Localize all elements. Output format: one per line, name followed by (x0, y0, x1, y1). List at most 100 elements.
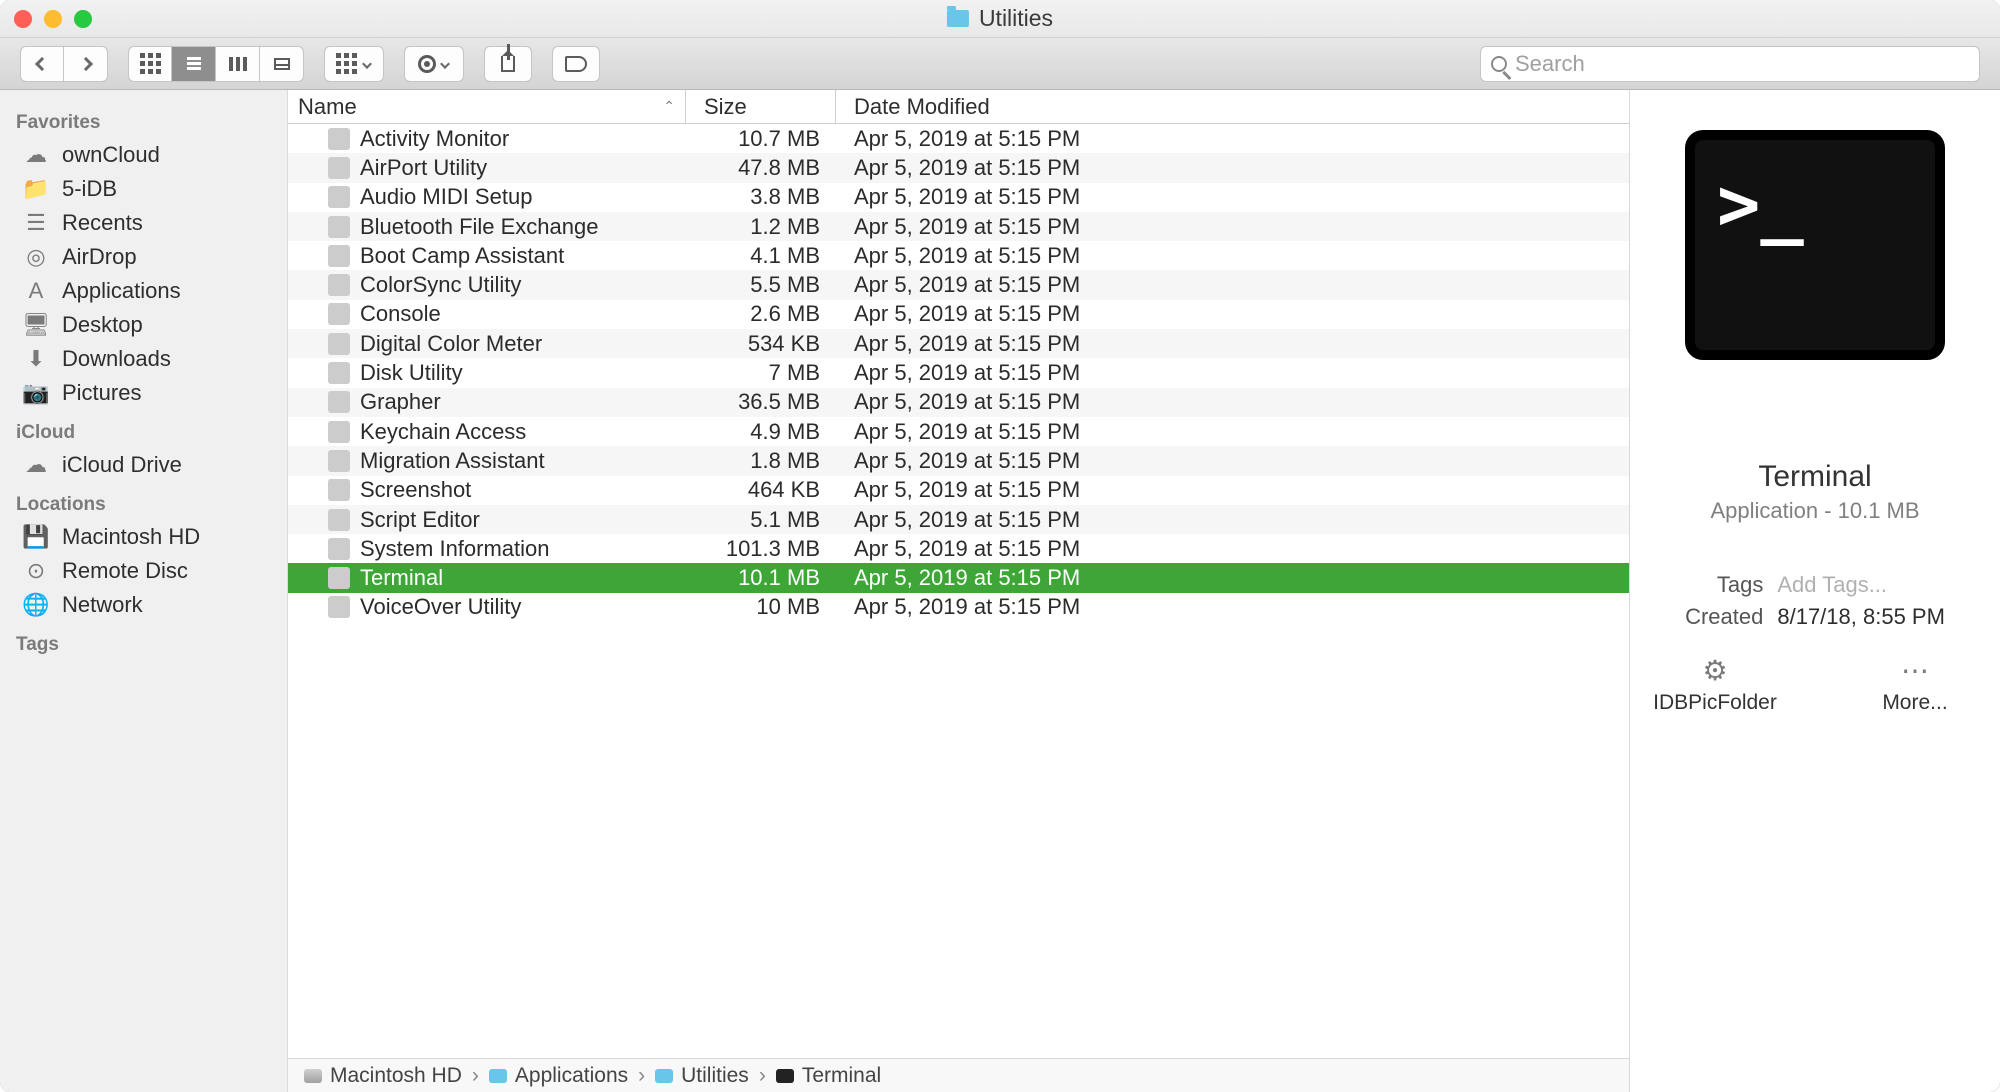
breadcrumb-label: Utilities (681, 1064, 749, 1088)
sidebar-item[interactable]: ◎AirDrop (0, 240, 287, 274)
file-icon (328, 450, 350, 472)
tags-button[interactable] (552, 46, 600, 82)
sidebar-item[interactable]: 🖥Desktop (0, 308, 287, 342)
table-row[interactable]: Script Editor5.1 MBApr 5, 2019 at 5:15 P… (288, 505, 1629, 534)
file-date: Apr 5, 2019 at 5:15 PM (836, 301, 1629, 327)
table-row[interactable]: Keychain Access4.9 MBApr 5, 2019 at 5:15… (288, 417, 1629, 446)
table-row[interactable]: Boot Camp Assistant4.1 MBApr 5, 2019 at … (288, 241, 1629, 270)
sidebar-item[interactable]: ⊙Remote Disc (0, 554, 287, 588)
sidebar-item[interactable]: 📁5-iDB (0, 172, 287, 206)
table-row[interactable]: Digital Color Meter534 KBApr 5, 2019 at … (288, 329, 1629, 358)
created-label: Created (1685, 604, 1763, 630)
file-date: Apr 5, 2019 at 5:15 PM (836, 214, 1629, 240)
preview-actions: ⚙IDBPicFolder ⋯More... (1655, 654, 1975, 715)
table-row[interactable]: Bluetooth File Exchange1.2 MBApr 5, 2019… (288, 212, 1629, 241)
file-name: Migration Assistant (360, 448, 545, 474)
icon-view-button[interactable] (128, 46, 172, 82)
minimize-button[interactable] (44, 10, 62, 28)
sidebar-item-label: Recents (62, 210, 143, 236)
zoom-button[interactable] (74, 10, 92, 28)
table-row[interactable]: Screenshot464 KBApr 5, 2019 at 5:15 PM (288, 476, 1629, 505)
file-name: Digital Color Meter (360, 331, 542, 357)
sidebar-item[interactable]: ⬇Downloads (0, 342, 287, 376)
search-input[interactable] (1515, 51, 1969, 77)
close-button[interactable] (14, 10, 32, 28)
sidebar-item-label: Pictures (62, 380, 141, 406)
sidebar-item[interactable]: 📷Pictures (0, 376, 287, 410)
sidebar-item[interactable]: AApplications (0, 274, 287, 308)
traffic-lights (14, 10, 92, 28)
file-size: 5.1 MB (686, 507, 836, 533)
file-icon (328, 391, 350, 413)
quick-action-more[interactable]: ⋯More... (1855, 654, 1975, 715)
file-name: Bluetooth File Exchange (360, 214, 599, 240)
gallery-view-button[interactable] (260, 46, 304, 82)
chevron-down-icon (440, 59, 450, 69)
sidebar-header: Favorites (0, 100, 287, 138)
arrange-button[interactable] (324, 46, 384, 82)
table-row[interactable]: VoiceOver Utility10 MBApr 5, 2019 at 5:1… (288, 593, 1629, 622)
breadcrumb-icon (655, 1069, 673, 1083)
file-list: Name⌃ Size Date Modified Activity Monito… (288, 90, 1630, 1092)
name-column-header[interactable]: Name⌃ (288, 90, 686, 123)
file-icon (328, 362, 350, 384)
sidebar-item[interactable]: ☁ownCloud (0, 138, 287, 172)
folder-icon (947, 10, 969, 27)
table-row[interactable]: Audio MIDI Setup3.8 MBApr 5, 2019 at 5:1… (288, 183, 1629, 212)
file-date: Apr 5, 2019 at 5:15 PM (836, 477, 1629, 503)
sidebar-header: Tags (0, 622, 287, 660)
file-date: Apr 5, 2019 at 5:15 PM (836, 389, 1629, 415)
table-row[interactable]: Disk Utility7 MBApr 5, 2019 at 5:15 PM (288, 358, 1629, 387)
table-row[interactable]: AirPort Utility47.8 MBApr 5, 2019 at 5:1… (288, 153, 1629, 182)
file-icon (328, 303, 350, 325)
file-size: 1.8 MB (686, 448, 836, 474)
sidebar-item-icon: ◎ (22, 244, 50, 270)
file-size: 2.6 MB (686, 301, 836, 327)
columns-icon (229, 57, 247, 71)
file-date: Apr 5, 2019 at 5:15 PM (836, 565, 1629, 591)
quick-action-1[interactable]: ⚙IDBPicFolder (1655, 654, 1775, 715)
sidebar-item-icon: 🖥 (22, 312, 50, 338)
file-name: Script Editor (360, 507, 480, 533)
column-view-button[interactable] (216, 46, 260, 82)
table-row[interactable]: System Information101.3 MBApr 5, 2019 at… (288, 534, 1629, 563)
action-button[interactable] (404, 46, 464, 82)
sidebar-item-icon: ☁ (22, 452, 50, 478)
rows-container: Activity Monitor10.7 MBApr 5, 2019 at 5:… (288, 124, 1629, 1058)
table-row[interactable]: Migration Assistant1.8 MBApr 5, 2019 at … (288, 446, 1629, 475)
size-column-header[interactable]: Size (686, 90, 836, 123)
created-value: 8/17/18, 8:55 PM (1777, 604, 1945, 630)
table-row[interactable]: Console2.6 MBApr 5, 2019 at 5:15 PM (288, 300, 1629, 329)
file-name: Keychain Access (360, 419, 526, 445)
breadcrumb[interactable]: Terminal (776, 1064, 881, 1088)
file-date: Apr 5, 2019 at 5:15 PM (836, 536, 1629, 562)
breadcrumb[interactable]: Utilities (655, 1064, 749, 1088)
table-row[interactable]: ColorSync Utility5.5 MBApr 5, 2019 at 5:… (288, 270, 1629, 299)
file-name: Activity Monitor (360, 126, 509, 152)
file-icon (328, 479, 350, 501)
breadcrumb-separator: › (638, 1064, 645, 1088)
file-date: Apr 5, 2019 at 5:15 PM (836, 155, 1629, 181)
preview-title: Terminal (1758, 460, 1871, 494)
breadcrumb-label: Applications (515, 1064, 628, 1088)
table-row[interactable]: Activity Monitor10.7 MBApr 5, 2019 at 5:… (288, 124, 1629, 153)
sidebar-item-icon: 💾 (22, 524, 50, 550)
sidebar-item-label: Network (62, 592, 143, 618)
back-button[interactable] (20, 46, 64, 82)
forward-button[interactable] (64, 46, 108, 82)
date-column-header[interactable]: Date Modified (836, 90, 1629, 123)
table-row[interactable]: Grapher36.5 MBApr 5, 2019 at 5:15 PM (288, 388, 1629, 417)
search-field[interactable] (1480, 46, 1980, 82)
share-button[interactable] (484, 46, 532, 82)
table-row[interactable]: Terminal10.1 MBApr 5, 2019 at 5:15 PM (288, 563, 1629, 592)
tags-field[interactable]: Add Tags... (1777, 572, 1945, 598)
breadcrumb[interactable]: Applications (489, 1064, 628, 1088)
sidebar-item[interactable]: ☰Recents (0, 206, 287, 240)
sidebar-item[interactable]: 🌐Network (0, 588, 287, 622)
sidebar-item[interactable]: 💾Macintosh HD (0, 520, 287, 554)
breadcrumb[interactable]: Macintosh HD (304, 1064, 462, 1088)
file-name: Terminal (360, 565, 443, 591)
sidebar-item-label: Downloads (62, 346, 171, 372)
list-view-button[interactable] (172, 46, 216, 82)
sidebar-item[interactable]: ☁iCloud Drive (0, 448, 287, 482)
